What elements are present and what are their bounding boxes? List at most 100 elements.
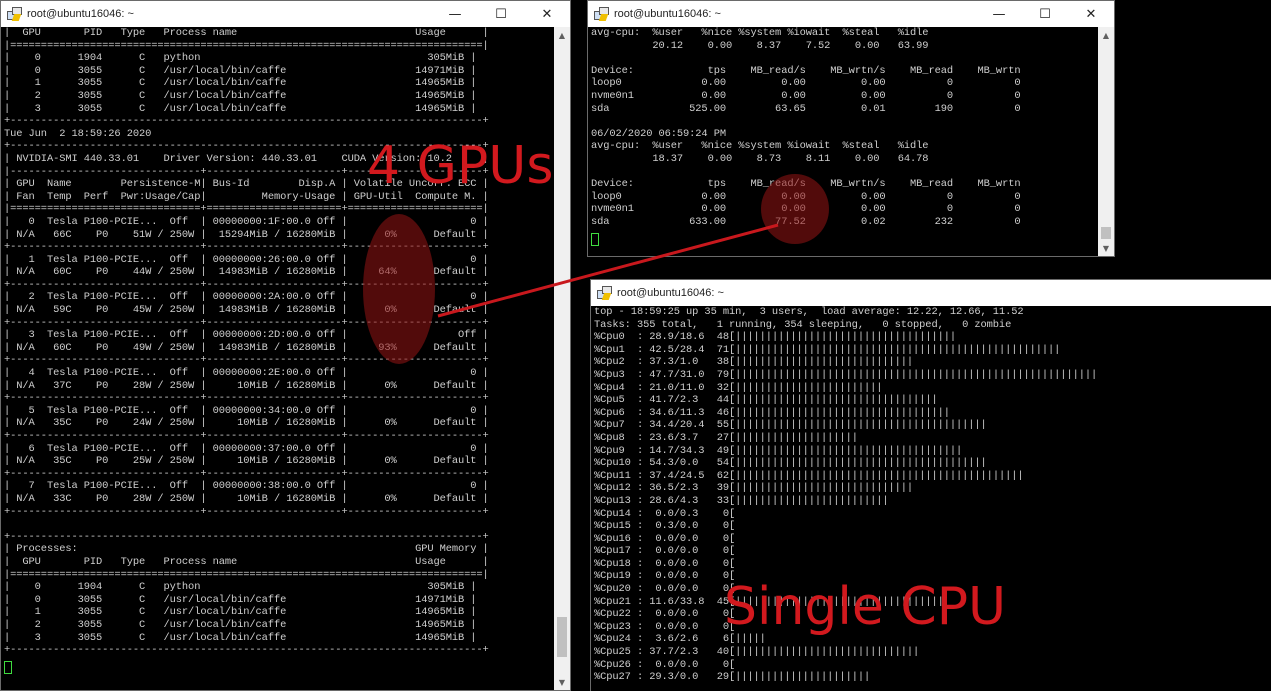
cpu-percent: 33 [710, 494, 729, 507]
cpu-values: 47.7/31.0 [643, 368, 711, 381]
cpu-percent: 0 [710, 507, 729, 520]
terminal-line: | 0 3055 C /usr/local/bin/caffe 14971MiB… [4, 64, 477, 77]
window-title: root@ubuntu16046: ~ [27, 8, 134, 20]
cpu-usage-bar: [ [729, 532, 736, 545]
terminal-line: | Processes: GPU Memory | [4, 543, 489, 556]
minimize-button[interactable]: — [432, 1, 478, 27]
cpu-percent: 0 [710, 545, 729, 558]
title-bar[interactable]: root@ubuntu16046: ~ [591, 280, 1271, 306]
cpu-percent: 29 [710, 671, 729, 684]
terminal-line: | 3 3055 C /usr/local/bin/caffe 14965MiB… [4, 102, 477, 115]
cpu-values: 0.0/0.0 [643, 583, 711, 596]
terminal-line: | 0 Tesla P100-PCIE... Off | 00000000:1F… [4, 215, 489, 228]
terminal-line: | N/A 60C P0 44W / 250W | 14983MiB / 162… [4, 266, 489, 279]
terminal-line: | 7 Tesla P100-PCIE... Off | 00000000:38… [4, 480, 489, 493]
terminal-line: sda 525.00 63.65 0.01 190 0 [591, 102, 1021, 115]
cpu-row: %Cpu3 : 47.7/31.0 79[|||||||||||||||||||… [591, 369, 1271, 382]
terminal-line: 18.37 0.00 8.73 8.11 0.00 64.78 [591, 152, 929, 165]
terminal-line: +-------------------------------+-------… [4, 354, 489, 367]
terminal-line: sda 633.00 77.52 0.02 232 0 [591, 215, 1021, 228]
terminal-line: 20.12 0.00 8.37 7.52 0.00 63.99 [591, 39, 929, 52]
terminal-line: | 3 Tesla P100-PCIE... Off | 00000000:2D… [4, 329, 489, 342]
gpu-util-highlight [363, 214, 435, 364]
cpu-row: %Cpu25 : 37.7/2.3 40[|||||||||||||||||||… [591, 646, 1271, 659]
terminal-line: | GPU PID Type Process name Usage | [4, 27, 489, 39]
maximize-button[interactable]: ☐ [1022, 1, 1068, 27]
terminal-line: | GPU PID Type Process name Usage | [4, 555, 489, 568]
window-title: root@ubuntu16046: ~ [614, 8, 721, 20]
cpu-usage-bar: [|||||||||||||||||||||||||||||||||||||||… [729, 469, 1024, 482]
scrollbar-thumb[interactable] [1101, 227, 1111, 239]
cpu-percent: 27 [710, 431, 729, 444]
cpu-values: 21.0/11.0 [643, 381, 711, 394]
cpu-percent: 0 [710, 557, 729, 570]
top-summary: top - 18:59:25 up 35 min, 3 users, load … [594, 306, 1024, 318]
scrollbar[interactable]: ▲ ▼ [1098, 27, 1114, 256]
terminal-prompt [1, 657, 570, 676]
cpu-values: 54.3/0.0 [643, 457, 711, 470]
putty-icon [594, 7, 609, 21]
scrollbar-thumb[interactable] [557, 617, 567, 657]
terminal-line: Device: tps MB_read/s MB_wrtn/s MB_read … [591, 178, 1021, 191]
cpu-percent: 44 [710, 394, 729, 407]
terminal-area[interactable]: avg-cpu: %user %nice %system %iowait %st… [588, 27, 1114, 256]
title-bar[interactable]: root@ubuntu16046: ~ — ☐ ✕ [588, 1, 1114, 27]
close-button[interactable]: ✕ [1068, 1, 1114, 27]
cpu-row: %Cpu16 : 0.0/0.0 0[ [591, 533, 1271, 546]
nvidia-smi-window[interactable]: root@ubuntu16046: ~ — ☐ ✕ | GPU PID Type… [0, 0, 571, 691]
maximize-button[interactable]: ☐ [478, 1, 524, 27]
terminal-line: | N/A 33C P0 28W / 250W | 10MiB / 16280M… [4, 492, 489, 505]
cpu-label: %Cpu10 : [594, 457, 644, 470]
close-button[interactable]: ✕ [524, 1, 570, 27]
terminal-line: | 3 3055 C /usr/local/bin/caffe 14965MiB… [4, 631, 477, 644]
cpu-row: %Cpu7 : 34.4/20.4 55[|||||||||||||||||||… [591, 419, 1271, 432]
terminal-line: | 0 1904 C python 305MiB | [4, 52, 477, 65]
cpu-percent: 32 [710, 381, 729, 394]
scroll-down-icon[interactable]: ▼ [554, 674, 570, 690]
cpu-label: %Cpu24 : [594, 633, 644, 646]
terminal-line: | 5 Tesla P100-PCIE... Off | 00000000:34… [4, 404, 489, 417]
cpu-label: %Cpu16 : [594, 532, 644, 545]
terminal-line: | 2 3055 C /usr/local/bin/caffe 14965MiB… [4, 618, 477, 631]
window-title: root@ubuntu16046: ~ [617, 287, 724, 299]
cpu-values: 14.7/34.3 [643, 444, 711, 457]
terminal-line: | N/A 37C P0 28W / 250W | 10MiB / 16280M… [4, 379, 489, 392]
cpu-percent: 0 [710, 658, 729, 671]
terminal-area[interactable]: | GPU PID Type Process name Usage | |====… [1, 27, 570, 690]
terminal-line: +---------------------------------------… [4, 644, 489, 657]
cpu-usage-bar: [|||||||||||||||||||| [729, 431, 858, 444]
cpu-row: %Cpu13 : 28.6/4.3 33[|||||||||||||||||||… [591, 495, 1271, 508]
cpu-usage-bar: [||||||||||||||||||||||||||||| [729, 482, 914, 495]
title-bar[interactable]: root@ubuntu16046: ~ — ☐ ✕ [1, 1, 570, 27]
cpu-usage-bar: [|||||||||||||||||||||||||||||||||||| [729, 331, 957, 344]
scroll-down-icon[interactable]: ▼ [1098, 240, 1114, 256]
terminal-line: | N/A 66C P0 51W / 250W | 15294MiB / 162… [4, 228, 489, 241]
terminal-line: +-------------------------------+-------… [4, 278, 489, 291]
terminal-line: loop0 0.00 0.00 0.00 0 0 [591, 190, 1021, 203]
gpus-annotation: 4 GPUs [367, 136, 554, 196]
cpu-row: %Cpu0 : 28.9/18.6 48[|||||||||||||||||||… [591, 331, 1271, 344]
cpu-label: %Cpu9 : [594, 444, 644, 457]
scrollbar[interactable]: ▲ ▼ [554, 27, 570, 690]
terminal-line: | N/A 60C P0 49W / 250W | 14983MiB / 162… [4, 341, 489, 354]
minimize-button[interactable]: — [976, 1, 1022, 27]
top-tasks: Tasks: 355 total, 1 running, 354 sleepin… [594, 318, 1012, 331]
cpu-percent: 0 [710, 520, 729, 533]
terminal-line: loop0 0.00 0.00 0.00 0 0 [591, 77, 1021, 90]
terminal-line: | 1 Tesla P100-PCIE... Off | 00000000:26… [4, 253, 489, 266]
cpu-values: 36.5/2.3 [643, 482, 711, 495]
cpu-label: %Cpu13 : [594, 494, 644, 507]
cpu-values: 3.6/2.6 [643, 633, 711, 646]
cpu-label: %Cpu14 : [594, 507, 644, 520]
cpu-usage-bar: [|||||||||||||||||||||||||||||||||||||||… [729, 368, 1098, 381]
scroll-up-icon[interactable]: ▲ [554, 27, 570, 43]
cpu-label: %Cpu18 : [594, 557, 644, 570]
cpu-values: 29.3/0.0 [643, 671, 711, 684]
scroll-up-icon[interactable]: ▲ [1098, 27, 1114, 43]
iostat-window[interactable]: root@ubuntu16046: ~ — ☐ ✕ avg-cpu: %user… [587, 0, 1115, 257]
cpu-row: %Cpu1 : 42.5/28.4 71[|||||||||||||||||||… [591, 344, 1271, 357]
cpu-values: 0.3/0.0 [643, 520, 711, 533]
terminal-line: | 6 Tesla P100-PCIE... Off | 00000000:37… [4, 442, 489, 455]
terminal-output: avg-cpu: %user %nice %system %iowait %st… [588, 27, 1114, 229]
